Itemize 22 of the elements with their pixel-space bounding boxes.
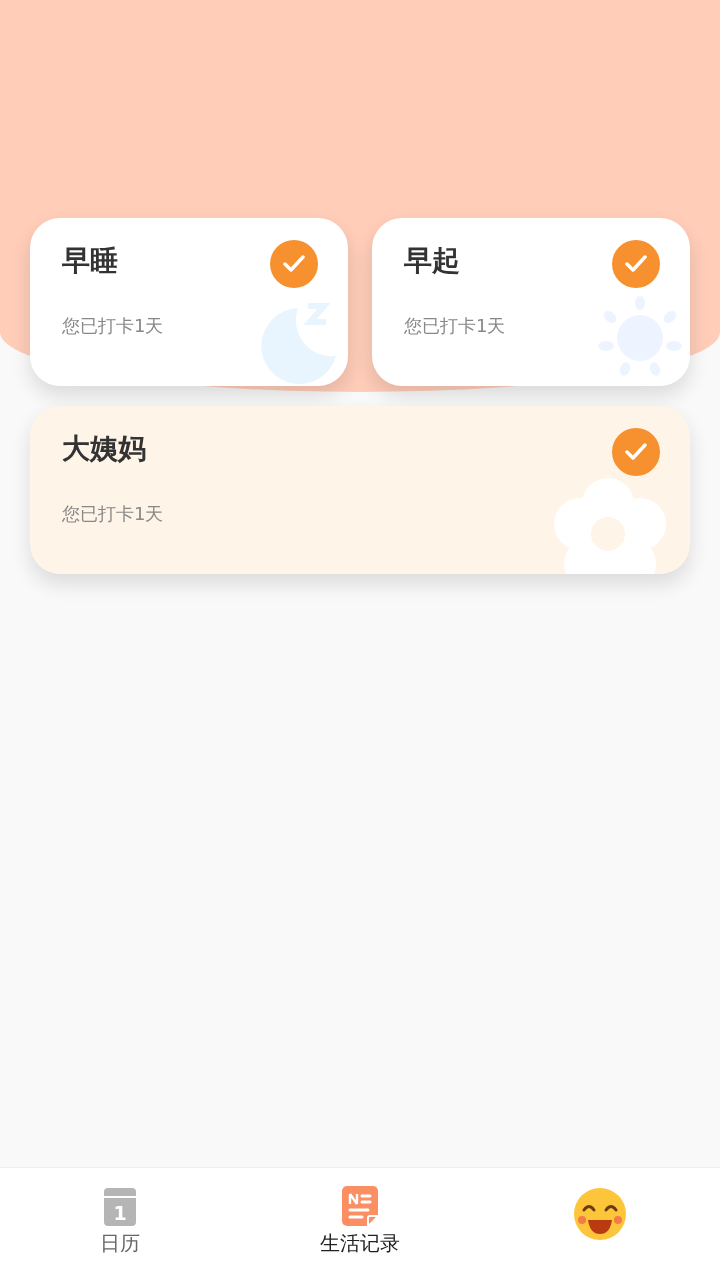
habit-count: 您已打卡1天: [404, 314, 507, 338]
tab-label: 生活记录: [320, 1230, 400, 1257]
habit-card[interactable]: 大姨妈 您已打卡1天: [30, 406, 690, 574]
habit-title: 早起: [404, 243, 460, 279]
habit-title: 大姨妈: [62, 431, 146, 467]
habit-count: 您已打卡1天: [62, 502, 165, 526]
check-button[interactable]: [270, 240, 318, 288]
habit-card[interactable]: 早睡 您已打卡1天: [30, 218, 348, 386]
habit-count: 您已打卡1天: [62, 314, 165, 338]
nav-tab[interactable]: 生活记录: [240, 1168, 480, 1280]
check-icon: [625, 443, 647, 461]
habit-title: 早睡: [62, 243, 118, 279]
check-icon: [283, 255, 305, 273]
check-button[interactable]: [612, 428, 660, 476]
calendar-icon: 1: [104, 1186, 136, 1226]
notes-icon: [342, 1186, 378, 1226]
habit-card[interactable]: 早起 您已打卡1天: [372, 218, 690, 386]
tab-label: 日历: [100, 1230, 140, 1257]
nav-tab[interactable]: 1 日历: [0, 1168, 240, 1280]
smiling-face-icon: [572, 1186, 628, 1242]
check-icon: [625, 255, 647, 273]
check-button[interactable]: [612, 240, 660, 288]
